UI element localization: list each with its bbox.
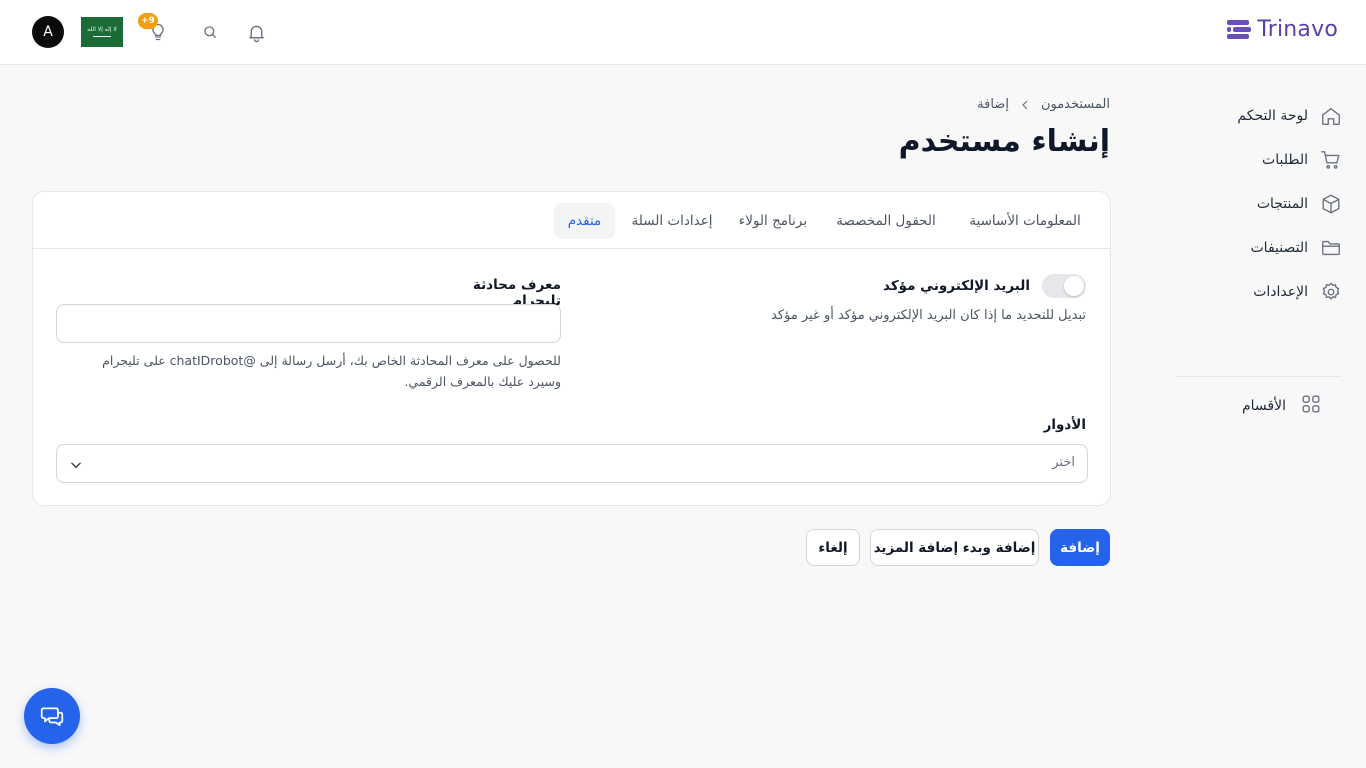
user-avatar[interactable]: A <box>32 16 64 48</box>
saudi-flag-language-switch[interactable]: لا إله إلا الله <box>81 17 123 47</box>
roles-placeholder: اختر <box>1052 455 1075 470</box>
support-chat-button[interactable] <box>24 688 80 744</box>
breadcrumb-users-link[interactable]: المستخدمون <box>1041 97 1110 112</box>
sidebar-divider <box>1176 376 1342 377</box>
telegram-chat-id-help: للحصول على معرف المحادثة الخاص بك، أرسل … <box>56 350 561 392</box>
breadcrumb: المستخدمون إضافة <box>977 97 1110 112</box>
sidebar-item-label: الإعدادات <box>1253 284 1308 300</box>
breadcrumb-current: إضافة <box>977 97 1009 112</box>
sections-menu[interactable]: الأقسام <box>1242 394 1322 418</box>
cancel-button[interactable]: إلغاء <box>806 529 860 566</box>
box-icon <box>1320 193 1342 215</box>
chevron-down-icon <box>69 457 83 476</box>
flag-script-icon: لا إله إلا الله <box>87 25 117 33</box>
telegram-chat-id-input[interactable] <box>56 304 561 343</box>
chevron-left-icon <box>1019 99 1031 111</box>
sidebar-item-orders[interactable]: الطلبات <box>1176 138 1342 182</box>
telegram-help-line-2: وسيرد عليك بالمعرف الرقمي. <box>404 374 561 389</box>
user-form-card: المعلومات الأساسية الحقول المخصصة برنامج… <box>32 191 1111 506</box>
tab-loyalty-program[interactable]: برنامج الولاء <box>738 203 808 239</box>
add-and-create-another-button[interactable]: إضافة وبدء إضافة المزيد <box>870 529 1039 566</box>
cart-icon <box>1320 149 1342 171</box>
email-verified-toggle[interactable] <box>1042 274 1086 298</box>
brand-name: Trinavo <box>1257 17 1338 42</box>
home-icon <box>1320 105 1342 127</box>
sidebar-item-products[interactable]: المنتجات <box>1176 182 1342 226</box>
tab-custom-fields[interactable]: الحقول المخصصة <box>834 203 938 239</box>
telegram-help-line-1: للحصول على معرف المحادثة الخاص بك، أرسل … <box>102 353 561 368</box>
search-icon <box>204 26 216 38</box>
roles-select[interactable]: اختر <box>56 444 1088 483</box>
roles-label: الأدوار <box>1043 417 1086 433</box>
add-button[interactable]: إضافة <box>1050 529 1110 566</box>
sections-label: الأقسام <box>1242 398 1286 414</box>
email-verified-label: البريد الإلكتروني مؤكد <box>883 278 1030 294</box>
sidebar-item-categories[interactable]: التصنيفات <box>1176 226 1342 270</box>
toggle-knob <box>1064 276 1084 296</box>
folder-icon <box>1320 237 1342 259</box>
email-verified-row: البريد الإلكتروني مؤكد <box>883 274 1086 298</box>
flag-sword-icon <box>93 35 111 38</box>
email-verified-help: تبديل للتحديد ما إذا كان البريد الإلكترو… <box>771 308 1086 323</box>
sidebar-item-settings[interactable]: الإعدادات <box>1176 270 1342 314</box>
bell-icon <box>248 25 264 42</box>
form-tabs: المعلومات الأساسية الحقول المخصصة برنامج… <box>33 192 1110 249</box>
sidebar-nav: لوحة التحكم الطلبات المنتجات التصنيفات ا… <box>1176 94 1342 314</box>
sidebar-item-dashboard[interactable]: لوحة التحكم <box>1176 94 1342 138</box>
brand-logo[interactable]: Trinavo <box>1227 17 1338 42</box>
sidebar-item-label: الطلبات <box>1262 152 1308 168</box>
logo-icon <box>1227 18 1252 42</box>
grid-icon <box>1300 393 1322 419</box>
tab-advanced[interactable]: متقدم <box>554 203 615 239</box>
sidebar-item-label: التصنيفات <box>1250 240 1309 256</box>
chat-bubbles-icon <box>40 707 64 727</box>
tab-basic-info[interactable]: المعلومات الأساسية <box>964 203 1086 239</box>
notifications-button[interactable] <box>244 20 268 44</box>
search-button[interactable] <box>198 20 222 44</box>
sidebar-item-label: المنتجات <box>1256 196 1308 212</box>
tab-cart-settings[interactable]: إعدادات السلة <box>630 203 714 239</box>
top-bar: Trinavo A لا إله إلا الله +9 <box>0 0 1366 65</box>
page-title: إنشاء مستخدم <box>898 124 1110 159</box>
ideas-count-badge: +9 <box>138 13 158 29</box>
sidebar-item-label: لوحة التحكم <box>1237 108 1308 124</box>
gear-icon <box>1320 281 1342 303</box>
